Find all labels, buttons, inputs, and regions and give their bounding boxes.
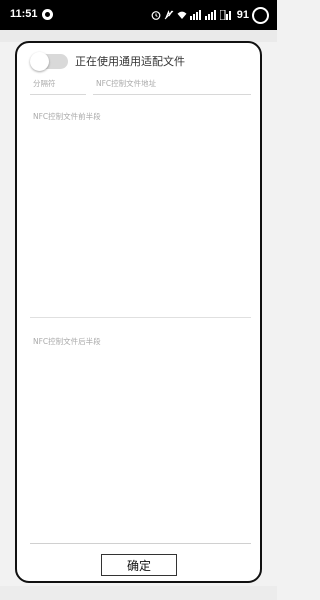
nfc-address-placeholder: NFC控制文件地址 [96,79,157,88]
status-bar: 11:51 91 [0,0,277,30]
status-time: 11:51 [10,8,38,20]
navigation-bar [0,586,277,600]
nfc-config-dialog: 正在使用通用适配文件 分隔符 NFC控制文件地址 NFC控制文件前半段 NFC控… [15,41,262,583]
battery-level: 91 [236,9,249,21]
separator-placeholder: 分隔符 [33,79,56,88]
generic-adapter-label: 正在使用通用适配文件 [75,55,185,68]
hd-signal-icon [219,10,231,20]
nfc-front-half-placeholder: NFC控制文件前半段 [33,112,101,121]
alarm-icon [151,11,161,20]
signal-icon [189,10,201,20]
do-not-disturb-icon [164,10,174,20]
battery-icon [252,6,269,24]
nfc-front-half-textarea[interactable]: NFC控制文件前半段 [30,109,251,318]
switch-knob [30,51,49,71]
confirm-button[interactable]: 确定 [101,554,177,576]
wifi-icon [177,11,187,19]
signal-icon [204,10,216,20]
nfc-back-half-placeholder: NFC控制文件后半段 [33,337,101,346]
separator-input[interactable]: 分隔符 [30,77,86,95]
nfc-back-half-textarea[interactable]: NFC控制文件后半段 [30,334,251,544]
generic-adapter-toggle-row: 正在使用通用适配文件 [30,51,185,71]
nfc-address-input[interactable]: NFC控制文件地址 [93,77,251,95]
notification-app-icon [42,9,53,20]
status-icons: 91 [151,6,269,24]
generic-adapter-switch[interactable] [30,51,68,71]
